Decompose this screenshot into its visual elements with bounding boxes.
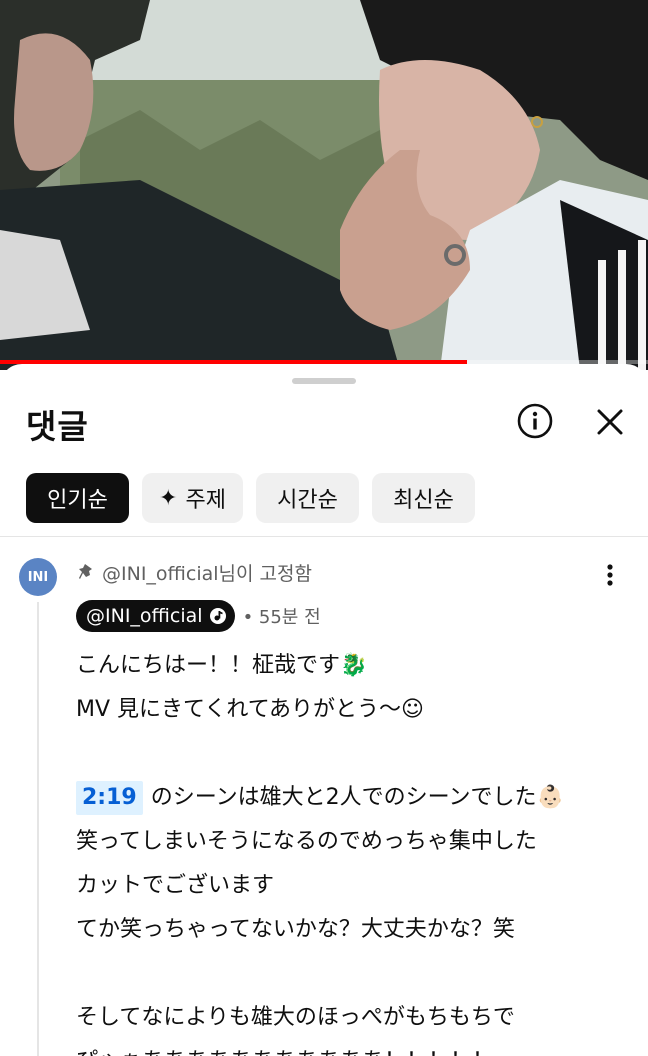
chip-popular[interactable]: 인기순 [26, 473, 129, 523]
video-player[interactable] [0, 0, 648, 370]
divider [0, 536, 648, 537]
chip-label: 시간순 [277, 488, 338, 513]
sheet-title: 댓글 [26, 407, 89, 446]
info-button[interactable] [516, 402, 554, 440]
author-name: @INI_official [86, 605, 203, 627]
drag-handle[interactable] [292, 378, 356, 384]
close-button[interactable] [592, 404, 628, 440]
chip-label: 최신순 [393, 488, 454, 513]
avatar-text: INI [27, 569, 49, 585]
comment-line: てか笑っちゃってないかな？大丈夫かな？笑 [76, 917, 515, 942]
verified-music-icon [209, 608, 226, 624]
comment-time: • 55분 전 [242, 607, 321, 628]
pinned-indicator: @INI_official님이 고정함 [78, 559, 312, 586]
comment-line: 2:19 のシーンは雄大と2人でのシーンでした👶🏻 [76, 776, 636, 820]
timestamp-link[interactable]: 2:19 [76, 781, 143, 815]
chip-label: 인기순 [47, 488, 108, 513]
comment-line: ぴゃぁあああああああああああ！！！！！ [76, 1040, 636, 1056]
close-icon [597, 409, 623, 435]
video-frame-image [0, 0, 648, 370]
comment-line-text: のシーンは雄大と2人でのシーンでした👶🏻 [150, 785, 564, 810]
chip-label: 주제 [185, 488, 226, 513]
comment-line: MV 見にきてくれてありがとう〜☺ [76, 697, 424, 722]
comment-line: 笑ってしまいそうになるのでめっちゃ集中した [76, 829, 537, 854]
comment-text: こんにちはー！！柾哉です🐉 MV 見にきてくれてありがとう〜☺ 2:19 のシーンは雄… [76, 644, 636, 1056]
chip-topics[interactable]: ✦ 주제 [142, 473, 243, 523]
chip-newest[interactable]: 최신순 [372, 473, 475, 523]
comment-line: カットでございます [76, 873, 275, 898]
comments-sheet: 댓글 인기순 ✦ 주제 시간순 최신순 INI @INI_official님이 … [0, 364, 648, 1056]
info-icon [517, 403, 553, 439]
sparkle-icon: ✦ [159, 485, 178, 511]
more-actions-button[interactable] [600, 562, 620, 588]
thread-line [37, 602, 39, 1056]
more-vert-icon [607, 564, 613, 586]
author-badge[interactable]: @INI_official [76, 600, 235, 632]
avatar[interactable]: INI [19, 558, 57, 596]
chip-timed[interactable]: 시간순 [256, 473, 359, 523]
pinned-text: @INI_official님이 고정함 [102, 563, 313, 585]
comment-line: そしてなによりも雄大のほっぺがもちもちで [76, 1005, 515, 1030]
comment-header: @INI_official • 55분 전 [76, 600, 321, 632]
comment-line: こんにちはー！！柾哉です🐉 [76, 653, 368, 678]
pin-icon [79, 563, 92, 579]
